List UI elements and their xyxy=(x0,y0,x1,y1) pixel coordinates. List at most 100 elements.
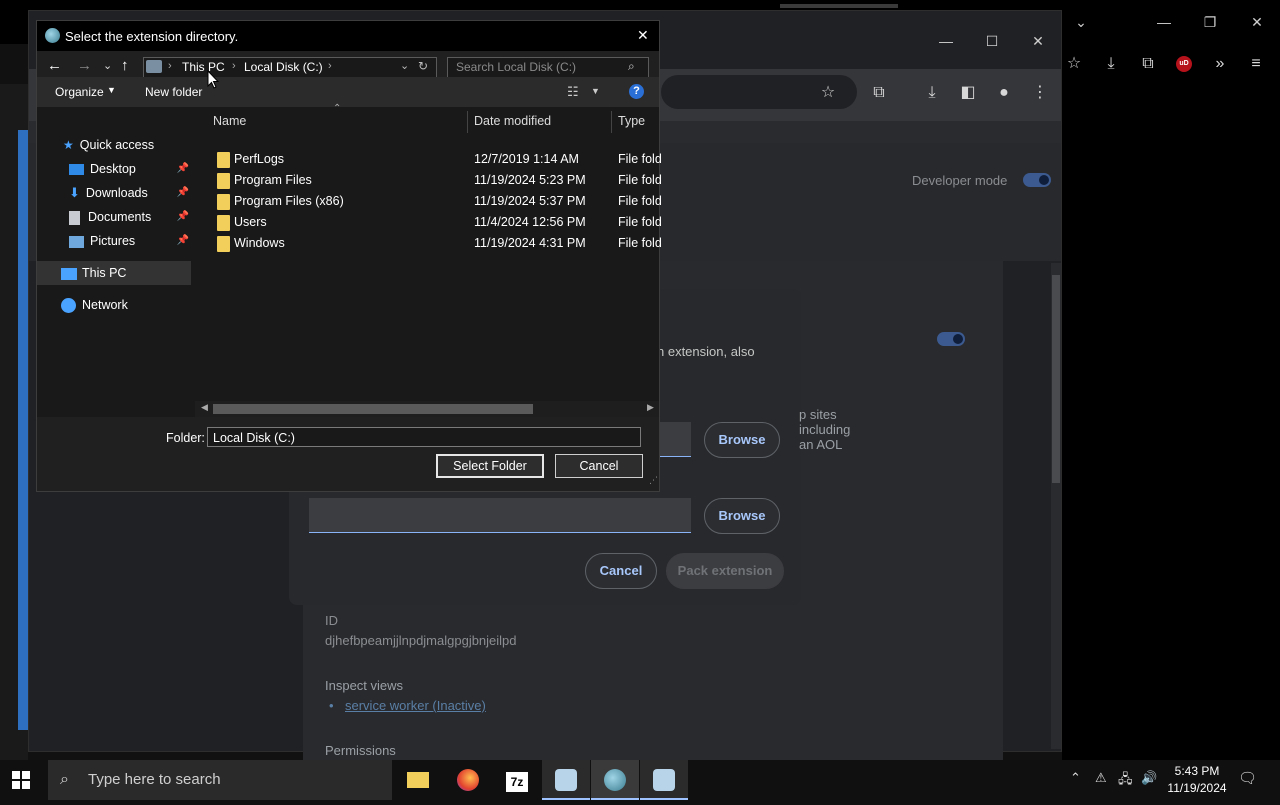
pin-icon[interactable]: 📌 xyxy=(177,181,189,205)
tray-date[interactable]: 11/19/2024 xyxy=(1164,781,1230,795)
inner-close-icon[interactable]: ✕ xyxy=(1015,19,1061,63)
menu-hamburger-icon[interactable]: ≡ xyxy=(1244,52,1268,76)
tray-time[interactable]: 5:43 PM xyxy=(1172,764,1222,778)
bookmark-star-icon[interactable]: ☆ xyxy=(1062,52,1086,76)
search-box[interactable]: Search Local Disk (C:) ⌕ xyxy=(447,57,649,79)
inner-kebab-menu-icon[interactable]: ⋮ xyxy=(1028,81,1052,105)
pin-icon[interactable]: 📌 xyxy=(177,157,189,181)
outer-restore-icon[interactable]: ❐ xyxy=(1187,0,1233,44)
breadcrumb-local-disk[interactable]: Local Disk (C:) xyxy=(244,60,323,74)
outer-minimize-icon[interactable]: — xyxy=(1141,0,1187,44)
app-taskbar-icon[interactable] xyxy=(542,760,590,800)
nav-item-downloads[interactable]: ⬇ Downloads 📌 xyxy=(69,181,189,205)
view-options-icon[interactable]: ☷ xyxy=(567,84,579,100)
download-icon[interactable]: ⤓ xyxy=(1099,52,1123,76)
pin-icon[interactable]: 📌 xyxy=(177,205,189,229)
inner-side-panel-icon[interactable]: ◧ xyxy=(956,81,980,105)
new-folder-button[interactable]: New folder xyxy=(145,85,202,99)
notification-icon[interactable]: 🗨 xyxy=(1238,769,1257,787)
extensions-puzzle-icon[interactable]: ⧉ xyxy=(1136,52,1160,76)
extension-toggle[interactable] xyxy=(937,332,965,346)
horizontal-scrollbar-thumb[interactable] xyxy=(213,404,533,414)
pack-cancel-button[interactable]: Cancel xyxy=(585,553,657,589)
file-explorer-taskbar-icon[interactable] xyxy=(394,760,442,800)
outer-close-icon[interactable]: ✕ xyxy=(1234,0,1280,44)
tray-volume-icon[interactable]: 🔊 xyxy=(1141,770,1157,786)
forward-arrow-icon[interactable]: → xyxy=(77,57,92,74)
service-worker-link[interactable]: service worker (Inactive) xyxy=(345,698,486,713)
column-divider[interactable] xyxy=(611,111,612,133)
organize-dropdown-icon[interactable]: ▼ xyxy=(107,85,116,95)
horizontal-scrollbar[interactable]: ◀ ▶ xyxy=(195,401,659,417)
cancel-button[interactable]: Cancel xyxy=(555,454,643,478)
nav-item-documents[interactable]: Documents 📌 xyxy=(69,205,189,229)
outer-tab-list-chevron-icon[interactable]: ⌄ xyxy=(1058,0,1104,44)
scroll-right-icon[interactable]: ▶ xyxy=(647,402,654,413)
inner-bookmark-star-icon[interactable]: ☆ xyxy=(816,81,840,105)
select-folder-dialog: Select the extension directory. ✕ ← → ⌄ … xyxy=(36,20,662,492)
tray-chevron-up-icon[interactable]: ⌃ xyxy=(1070,770,1081,786)
inner-download-icon[interactable]: ⤓ xyxy=(920,81,944,105)
windows-start-icon[interactable] xyxy=(12,771,30,789)
refresh-icon[interactable]: ↻ xyxy=(418,59,428,73)
table-row[interactable]: Program Files 11/19/2024 5:23 PM File fo… xyxy=(195,170,662,191)
app2-taskbar-icon[interactable] xyxy=(640,760,688,800)
overflow-chevrons-icon[interactable]: » xyxy=(1208,52,1232,76)
browse-root-button[interactable]: Browse xyxy=(704,422,780,458)
page-scrollbar-track[interactable] xyxy=(1051,263,1061,749)
navigation-pane: ★ Quick access Desktop 📌 ⬇ Downloads 📌 Doc… xyxy=(37,107,193,417)
active-app-taskbar-icon[interactable] xyxy=(591,760,639,800)
tray-warning-icon[interactable]: ⚠ xyxy=(1095,770,1107,786)
this-pc-icon xyxy=(146,60,162,73)
up-arrow-icon[interactable]: ↑ xyxy=(121,57,129,74)
private-key-input[interactable] xyxy=(309,498,691,533)
table-row[interactable]: Program Files (x86) 11/19/2024 5:37 PM F… xyxy=(195,191,662,212)
dialog-footer: Folder: Local Disk (C:) Select Folder Ca… xyxy=(37,417,659,491)
recent-locations-chevron-icon[interactable]: ⌄ xyxy=(103,59,112,72)
pin-icon[interactable]: 📌 xyxy=(177,229,189,253)
downloads-arrow-icon: ⬇ xyxy=(69,185,80,200)
column-date-modified[interactable]: Date modified xyxy=(474,107,551,135)
inner-minimize-icon[interactable]: — xyxy=(923,19,969,63)
bullet: • xyxy=(329,698,334,713)
scroll-left-icon[interactable]: ◀ xyxy=(201,402,208,413)
nav-item-pictures[interactable]: Pictures 📌 xyxy=(69,229,189,253)
pack-extension-button[interactable]: Pack extension xyxy=(666,553,784,589)
nav-this-pc[interactable]: This PC xyxy=(37,261,191,285)
table-row[interactable]: PerfLogs 12/7/2019 1:14 AM File fold xyxy=(195,149,662,170)
inner-profile-icon[interactable]: ● xyxy=(992,81,1016,105)
outer-browser-toolbar: ☆ ⤓ ⧉ uD » ≡ xyxy=(1040,44,1280,84)
browse-key-button[interactable]: Browse xyxy=(704,498,780,534)
inner-maximize-icon[interactable]: ☐ xyxy=(969,19,1015,63)
folder-input[interactable]: Local Disk (C:) xyxy=(207,427,641,447)
back-arrow-icon[interactable]: ← xyxy=(47,57,62,74)
nav-network[interactable]: Network xyxy=(61,293,128,317)
address-dropdown-chevron-icon[interactable]: ⌄ xyxy=(400,59,409,72)
taskbar-search-box[interactable]: ⌕ Type here to search xyxy=(48,760,392,800)
pictures-icon xyxy=(69,235,84,248)
view-dropdown-icon[interactable]: ▼ xyxy=(591,86,600,96)
column-divider[interactable] xyxy=(467,111,468,133)
ublock-icon[interactable]: uD xyxy=(1176,56,1192,72)
table-row[interactable]: Windows 11/19/2024 4:31 PM File fold xyxy=(195,233,662,254)
resize-grip-icon[interactable]: ⋰ xyxy=(649,475,658,486)
address-bar[interactable]: › This PC › Local Disk (C:) › ⌄ ↻ xyxy=(143,57,437,79)
nav-item-desktop[interactable]: Desktop 📌 xyxy=(69,157,189,181)
table-row[interactable]: Users 11/4/2024 12:56 PM File fold xyxy=(195,212,662,233)
folder-label: Folder: xyxy=(166,431,205,445)
seven-zip-taskbar-icon[interactable]: 7z xyxy=(493,760,541,800)
help-icon[interactable]: ? xyxy=(629,84,644,99)
firefox-taskbar-icon[interactable] xyxy=(444,760,492,800)
dialog-close-icon[interactable]: ✕ xyxy=(637,27,649,44)
developer-mode-toggle[interactable] xyxy=(1023,173,1051,187)
organize-button[interactable]: Organize xyxy=(55,85,104,99)
tray-network-icon[interactable]: 🖧 xyxy=(1118,770,1133,792)
select-folder-button[interactable]: Select Folder xyxy=(436,454,544,478)
nav-quick-access[interactable]: ★ Quick access xyxy=(63,133,154,157)
column-name[interactable]: Name xyxy=(213,107,246,135)
folder-icon xyxy=(217,149,230,170)
page-scrollbar-thumb[interactable] xyxy=(1052,275,1060,483)
dialog-title: Select the extension directory. xyxy=(65,29,239,44)
column-type[interactable]: Type xyxy=(618,107,645,135)
inner-extensions-icon[interactable]: ⧉ xyxy=(867,81,891,105)
